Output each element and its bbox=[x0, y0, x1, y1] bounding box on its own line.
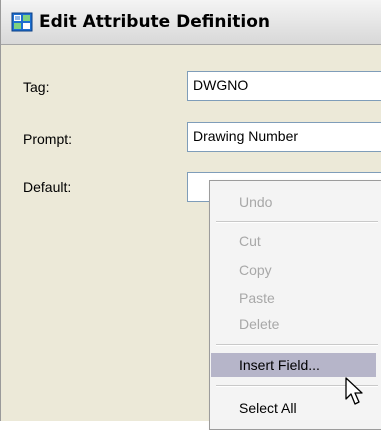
tag-input[interactable]: DWGNO bbox=[187, 71, 381, 101]
tag-label: Tag: bbox=[23, 79, 50, 95]
prompt-input[interactable]: Drawing Number bbox=[187, 122, 381, 152]
menu-item-cut[interactable]: Cut bbox=[211, 229, 376, 253]
edit-attribute-definition-dialog: Edit Attribute Definition Tag: DWGNO Pro… bbox=[0, 0, 381, 430]
menu-separator bbox=[216, 221, 378, 223]
title-bar[interactable]: Edit Attribute Definition bbox=[1, 0, 381, 45]
default-label: Default: bbox=[23, 179, 72, 195]
menu-item-undo[interactable]: Undo bbox=[211, 190, 376, 214]
menu-item-delete[interactable]: Delete bbox=[211, 312, 376, 336]
mouse-pointer-icon bbox=[345, 377, 363, 405]
prompt-label: Prompt: bbox=[23, 131, 73, 147]
menu-item-paste[interactable]: Paste bbox=[211, 286, 376, 310]
menu-item-copy[interactable]: Copy bbox=[211, 258, 376, 282]
menu-separator bbox=[216, 344, 378, 346]
menu-item-insert-field[interactable]: Insert Field... bbox=[211, 353, 376, 377]
window-title: Edit Attribute Definition bbox=[39, 12, 271, 32]
attribute-definition-icon bbox=[11, 12, 33, 32]
